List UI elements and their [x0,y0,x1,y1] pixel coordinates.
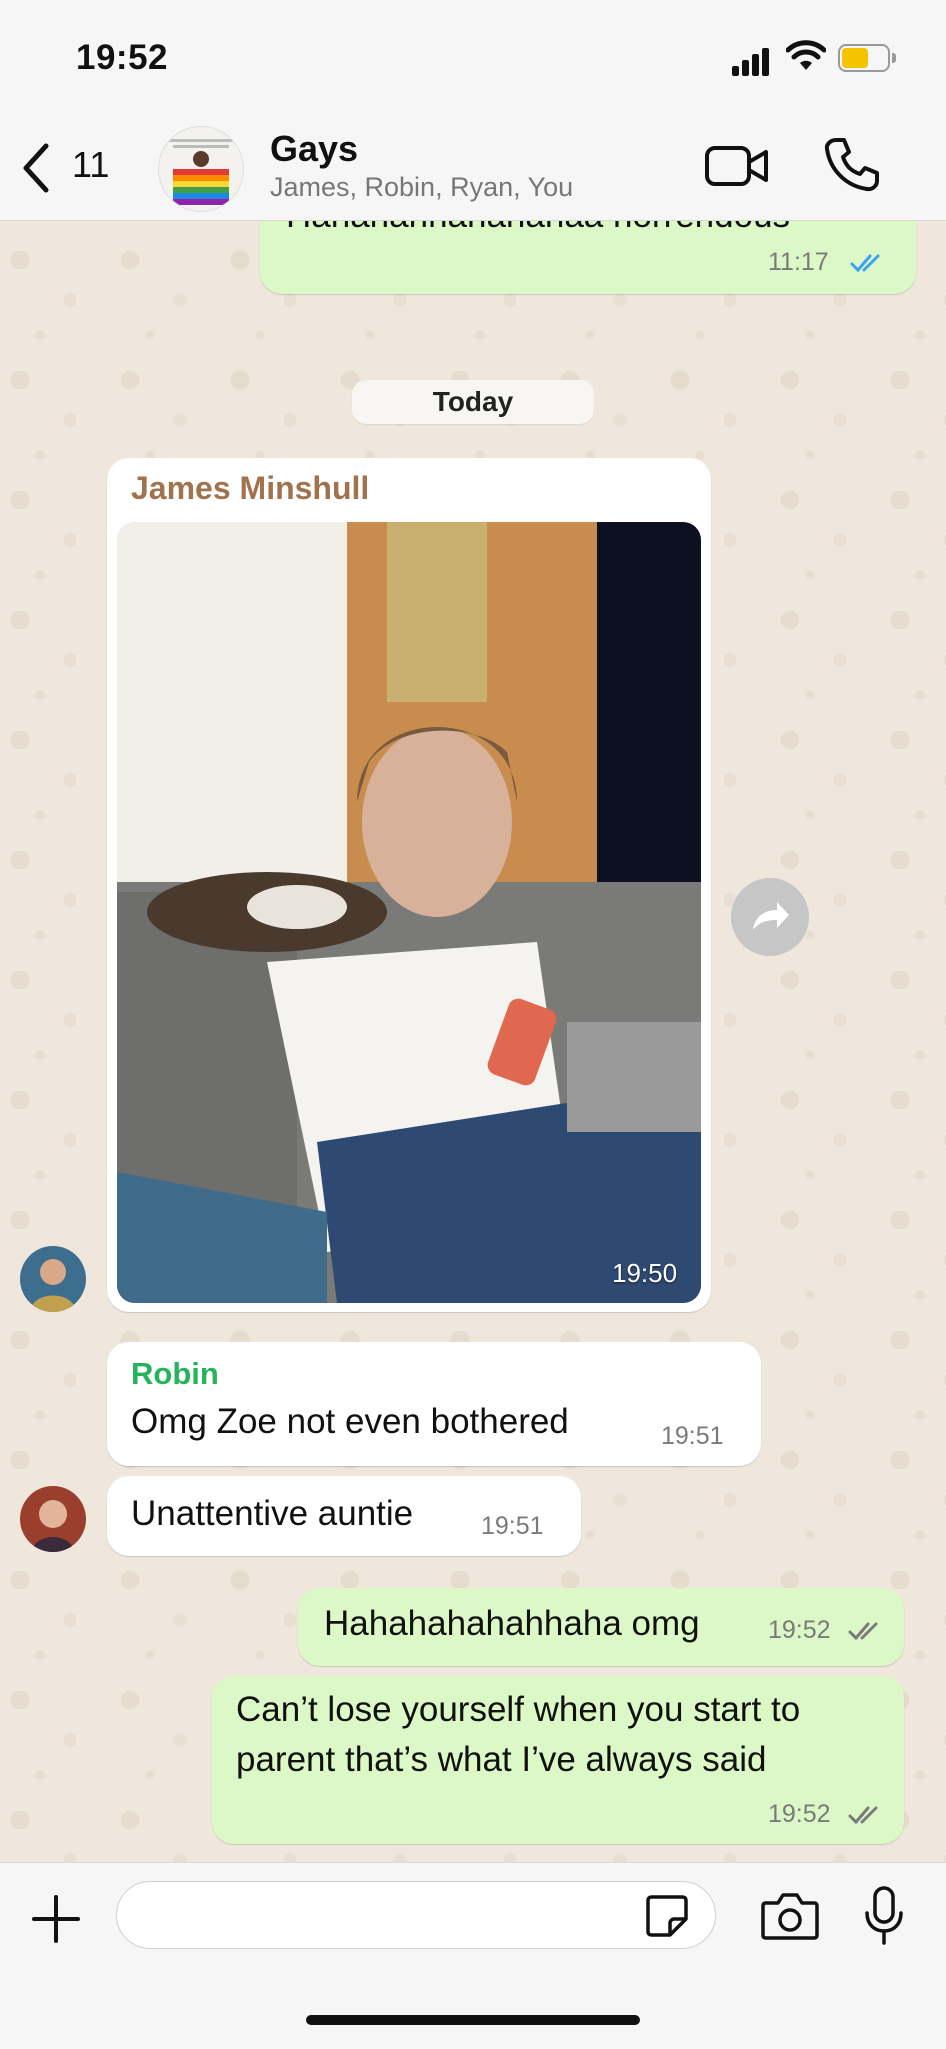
message-text: Omg Zoe not even bothered [131,1402,569,1441]
video-call-icon[interactable] [704,138,770,194]
message-time: 19:52 [768,1616,831,1644]
shared-photo[interactable] [117,522,701,1303]
camera-icon[interactable] [760,1891,820,1941]
group-members[interactable]: James, Robin, Ryan, You [270,172,573,203]
chat-header: 19:52 11 Gays James, Robin, Ryan, You [0,0,946,221]
group-avatar[interactable] [158,126,244,212]
phone-call-icon[interactable] [822,134,882,194]
photo-time: 19:50 [612,1258,678,1288]
message-time: 19:51 [661,1422,724,1450]
status-time: 19:52 [76,38,169,77]
group-name[interactable]: Gays [270,128,358,170]
sticker-icon[interactable] [644,1893,690,1939]
sender-name: James Minshull [131,470,370,506]
battery-icon [838,44,898,74]
forward-button[interactable] [731,878,809,956]
message-text-line: Can’t lose yourself when you start to [236,1690,801,1729]
message-time: 11:17 [768,248,829,276]
delivered-ticks-icon [848,1806,878,1825]
message-text: Hahahahahahhaha omg [324,1604,700,1643]
date-separator: Today [352,380,594,424]
forward-arrow-icon [753,902,789,930]
read-ticks-icon [850,254,880,273]
back-unread-count[interactable]: 11 [72,144,109,186]
microphone-icon[interactable] [862,1885,906,1947]
message-bubble-outgoing[interactable]: Can’t lose yourself when you start to pa… [212,1676,904,1844]
cellular-signal-icon [732,46,774,76]
avatar-robin[interactable] [20,1486,86,1552]
photo-image [117,522,701,1303]
delivered-ticks-icon [848,1622,878,1641]
message-bubble-incoming[interactable]: Robin Omg Zoe not even bothered 19:51 [107,1342,761,1466]
avatar-james[interactable] [20,1246,86,1312]
message-input[interactable] [116,1881,716,1949]
wifi-icon [786,40,826,70]
message-text-line: parent that’s what I’ve always said [236,1740,767,1779]
sender-name: Robin [131,1356,219,1391]
message-time: 19:51 [481,1512,544,1540]
back-chevron-icon[interactable] [16,138,56,198]
message-text: Unattentive auntie [131,1494,414,1533]
message-bubble-outgoing[interactable]: Hahahahahahhaha omg 19:52 [298,1588,904,1666]
home-indicator [306,2015,640,2025]
message-bubble-incoming[interactable]: Unattentive auntie 19:51 [107,1476,581,1556]
message-time: 19:52 [768,1800,831,1828]
attach-plus-icon[interactable] [30,1893,82,1945]
